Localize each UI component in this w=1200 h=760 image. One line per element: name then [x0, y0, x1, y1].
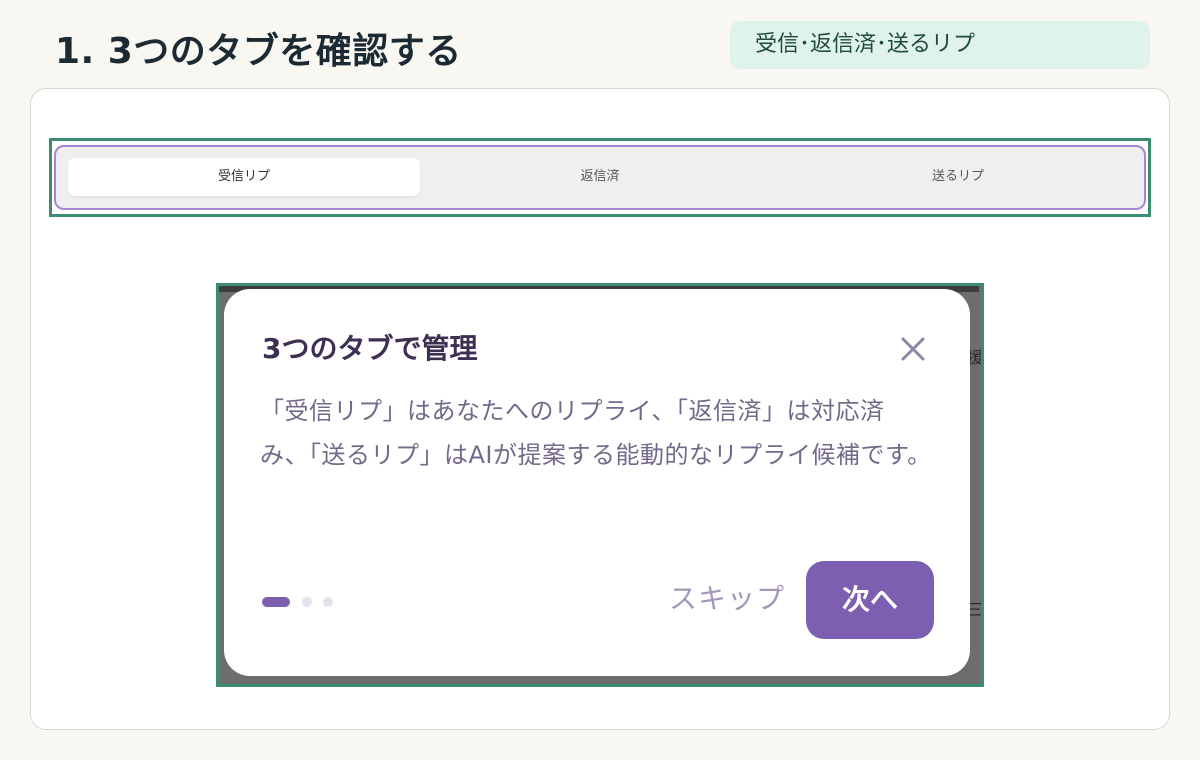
dialog-body: 「受信リプ」はあなたへのリプライ、「返信済」は対応済み、「送るリプ」はAIが提案…	[260, 397, 932, 469]
dialog-title: 3つのタブで管理	[262, 332, 478, 365]
tab-to-send[interactable]: 送るリプ	[780, 158, 1136, 196]
tab-replied[interactable]: 返信済	[422, 158, 778, 196]
pager-dot	[302, 597, 312, 607]
pager-dot-active	[262, 597, 290, 607]
close-button[interactable]	[896, 332, 930, 366]
tab-inbox[interactable]: 受信リプ	[68, 158, 420, 196]
pager-dot	[323, 597, 333, 607]
dialog-screenshot: 援 三 3つのタブで管理 「受信リプ」はあなたへのリプライ、「返信済」は対応済み…	[216, 283, 984, 687]
next-button[interactable]: 次へ	[806, 561, 934, 639]
close-icon	[901, 337, 925, 361]
tab-bar: 受信リプ 返信済 送るリプ	[54, 145, 1146, 210]
tabs-screenshot: 受信リプ 返信済 送るリプ	[49, 138, 1151, 217]
skip-button[interactable]: スキップ	[669, 577, 785, 621]
header-badge: 受信･返信済･送るリプ	[730, 21, 1150, 69]
tutorial-dialog: 3つのタブで管理 「受信リプ」はあなたへのリプライ、「返信済」は対応済み、「送る…	[224, 289, 970, 676]
page-title: 1. 3つのタブを確認する	[55, 31, 462, 72]
